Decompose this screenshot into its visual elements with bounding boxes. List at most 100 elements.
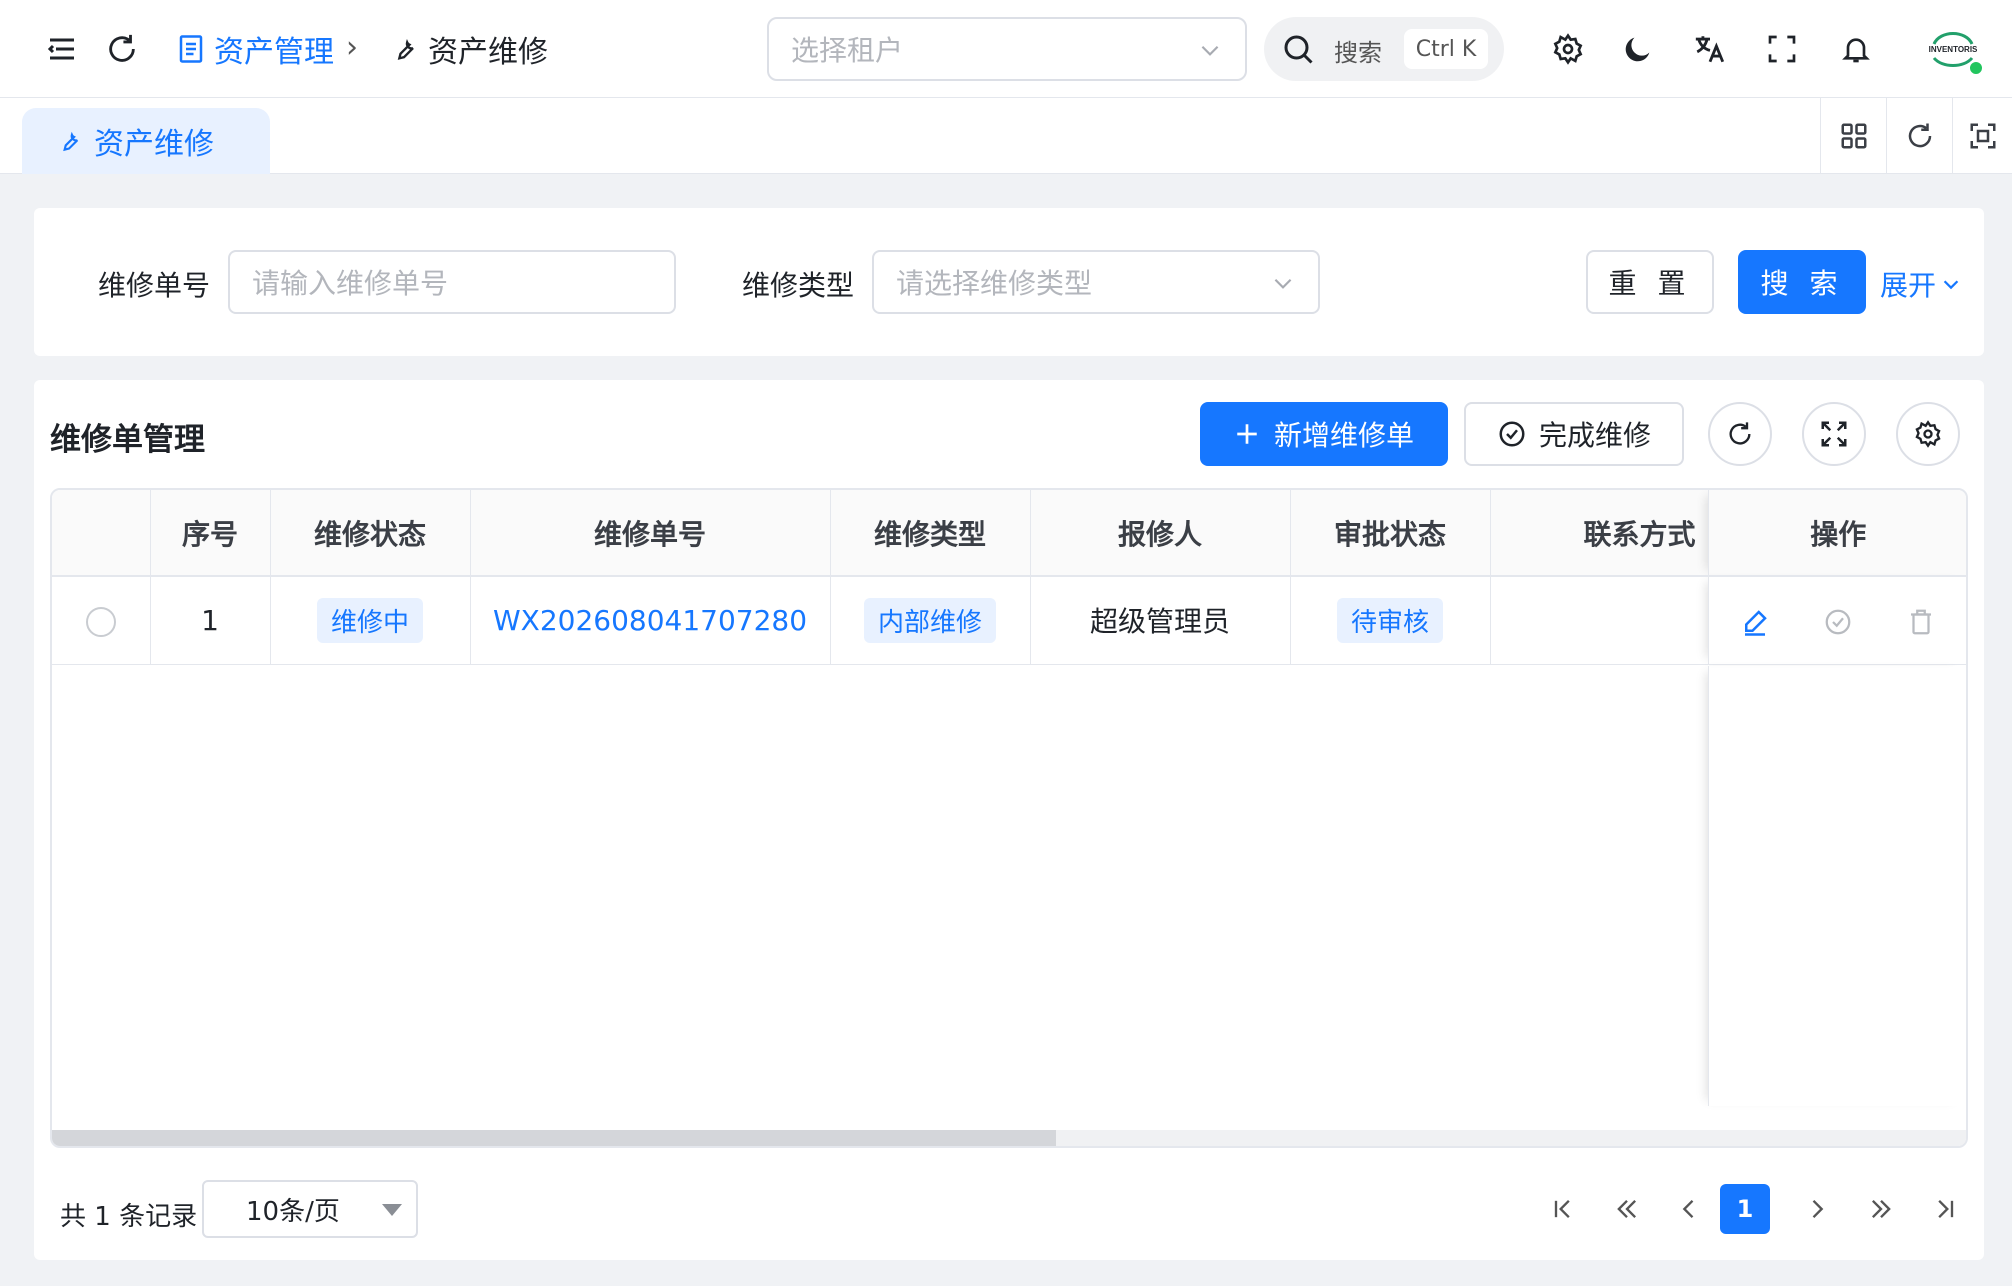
add-label: 新增维修单: [1273, 419, 1414, 452]
caret-down-icon: [382, 1204, 402, 1216]
panel-title: 维修单管理: [50, 422, 205, 458]
column-settings-button[interactable]: [1896, 402, 1960, 466]
row-actions: [1707, 576, 1966, 665]
chevron-down-icon: [1943, 280, 1959, 290]
layout-grid-icon[interactable]: [1820, 98, 1886, 174]
translate-icon[interactable]: [1686, 25, 1734, 73]
reset-button[interactable]: 重 置: [1586, 250, 1714, 314]
global-search[interactable]: 搜索 Ctrl K: [1264, 17, 1504, 81]
online-status-dot: [1968, 60, 1984, 76]
wrench-icon: [397, 39, 414, 60]
row-index: 1: [150, 576, 271, 665]
row-order-no-cell: WX202608041707280: [470, 576, 831, 665]
repair-type-placeholder: 请选择维修类型: [896, 267, 1093, 300]
breadcrumb-asset-management[interactable]: 资产管理: [178, 26, 334, 72]
tab-label: 资产维修: [94, 127, 214, 162]
jump-forward-icon[interactable]: [1856, 1184, 1906, 1234]
column-header-order-no: 维修单号: [470, 490, 831, 577]
settings-gear-icon[interactable]: [1544, 25, 1592, 73]
complete-label: 完成维修: [1538, 419, 1651, 452]
search-icon: [1284, 35, 1313, 64]
scrollbar-thumb[interactable]: [52, 1130, 1056, 1146]
search-button[interactable]: 搜 索: [1738, 250, 1866, 314]
breadcrumb-label: 资产管理: [214, 35, 334, 70]
maximize-content-icon[interactable]: [1952, 98, 2012, 174]
jump-back-icon[interactable]: [1602, 1184, 1652, 1234]
column-header-approval-status: 审批状态: [1290, 490, 1491, 577]
next-page-icon[interactable]: [1792, 1184, 1842, 1234]
fullscreen-icon[interactable]: [1758, 25, 1806, 73]
page-size-select[interactable]: 10条/页: [202, 1180, 418, 1238]
check-circle-icon: [1499, 421, 1525, 447]
notification-bell-icon[interactable]: [1832, 25, 1880, 73]
column-header-select: [52, 490, 151, 577]
first-page-icon[interactable]: [1538, 1184, 1588, 1234]
plus-icon: [1237, 424, 1257, 444]
prev-page-icon[interactable]: [1664, 1184, 1714, 1234]
complete-repair-button[interactable]: 完成维修: [1464, 402, 1684, 466]
repair-no-label: 维修单号: [98, 269, 211, 302]
filter-panel: 维修单号 请输入维修单号 维修类型 请选择维修类型 重 置 搜 索 展开: [34, 208, 1984, 356]
search-shortcut: Ctrl K: [1404, 29, 1488, 69]
fullscreen-table-button[interactable]: [1802, 402, 1866, 466]
tenant-placeholder: 选择租户: [791, 34, 904, 67]
order-no-link[interactable]: WX202608041707280: [493, 604, 807, 637]
repair-status-tag: 维修中: [316, 597, 423, 643]
chevron-down-icon: [1274, 278, 1292, 289]
horizontal-scrollbar[interactable]: [52, 1130, 1966, 1146]
column-header-repair-status: 维修状态: [270, 490, 471, 577]
repair-type-tag: 内部维修: [863, 597, 996, 643]
row-contact: [1490, 576, 1708, 665]
row-radio[interactable]: [85, 606, 116, 637]
repair-type-label: 维修类型: [742, 269, 855, 302]
total-records: 共 1 条记录: [60, 1202, 198, 1232]
complete-check-icon[interactable]: [1823, 607, 1853, 637]
approval-status-tag: 待审核: [1336, 597, 1443, 643]
search-label: 搜索: [1334, 39, 1382, 67]
tab-asset-repair[interactable]: 资产维修: [22, 108, 270, 174]
column-header-index: 序号: [150, 490, 271, 577]
actions-column-body: [1708, 666, 1966, 1106]
column-header-reporter: 报修人: [1030, 490, 1291, 577]
refresh-table-button[interactable]: [1708, 402, 1772, 466]
svg-text:INVENTORIS: INVENTORIS: [1929, 45, 1978, 54]
repair-table: 序号 维修状态 维修单号 维修类型 报修人 审批状态 联系方式 操作 1 维修中…: [50, 488, 1968, 1148]
gear-icon: [1915, 420, 1941, 448]
breadcrumb-label: 资产维修: [428, 35, 548, 70]
expand-arrows-icon: [1821, 421, 1847, 447]
dark-mode-moon-icon[interactable]: [1614, 25, 1662, 73]
column-header-repair-type: 维修类型: [830, 490, 1031, 577]
expand-label: 展开: [1880, 269, 1937, 302]
top-header: 资产管理 › 资产维修 选择租户 搜索 Ctrl K INVENTORIS: [0, 0, 2012, 98]
table-row: 1 维修中 WX202608041707280 内部维修 超级管理员 待审核: [52, 576, 1966, 665]
column-header-actions: 操作: [1707, 490, 1966, 577]
breadcrumb-asset-repair: 资产维修: [390, 26, 548, 72]
wrench-icon: [63, 131, 79, 152]
page-size-value: 10条/页: [246, 1196, 340, 1227]
row-repair-status-cell: 维修中: [270, 576, 471, 665]
edit-pencil-icon[interactable]: [1740, 607, 1770, 637]
repair-no-placeholder: 请输入维修单号: [252, 267, 449, 300]
row-select-cell: [52, 576, 151, 665]
chevron-down-icon: [1201, 45, 1219, 56]
expand-filters-button[interactable]: 展开: [1880, 264, 1962, 304]
menu-toggle-icon[interactable]: [38, 25, 86, 73]
tenant-select[interactable]: 选择租户: [767, 17, 1247, 81]
repair-table-panel: 维修单管理 新增维修单 完成维修 序号 维修状态 维修单号 维修类型 报修人 审…: [34, 380, 1984, 1260]
refresh-icon[interactable]: [98, 25, 146, 73]
table-header-row: 序号 维修状态 维修单号 维修类型 报修人 审批状态 联系方式 操作: [52, 490, 1966, 577]
delete-trash-icon[interactable]: [1906, 607, 1936, 637]
tab-bar: 资产维修: [0, 98, 2012, 174]
repair-type-select[interactable]: 请选择维修类型: [872, 250, 1320, 314]
page-1-button[interactable]: 1: [1720, 1184, 1770, 1234]
column-header-contact: 联系方式: [1490, 490, 1708, 577]
last-page-icon[interactable]: [1920, 1184, 1970, 1234]
repair-no-input[interactable]: 请输入维修单号: [228, 250, 676, 314]
row-reporter: 超级管理员: [1030, 576, 1291, 665]
row-approval-status-cell: 待审核: [1290, 576, 1491, 665]
add-repair-order-button[interactable]: 新增维修单: [1200, 402, 1448, 466]
breadcrumb-chevron-icon: ›: [346, 30, 358, 65]
document-icon: [179, 35, 203, 63]
reload-tab-icon[interactable]: [1886, 98, 1952, 174]
row-repair-type-cell: 内部维修: [830, 576, 1031, 665]
